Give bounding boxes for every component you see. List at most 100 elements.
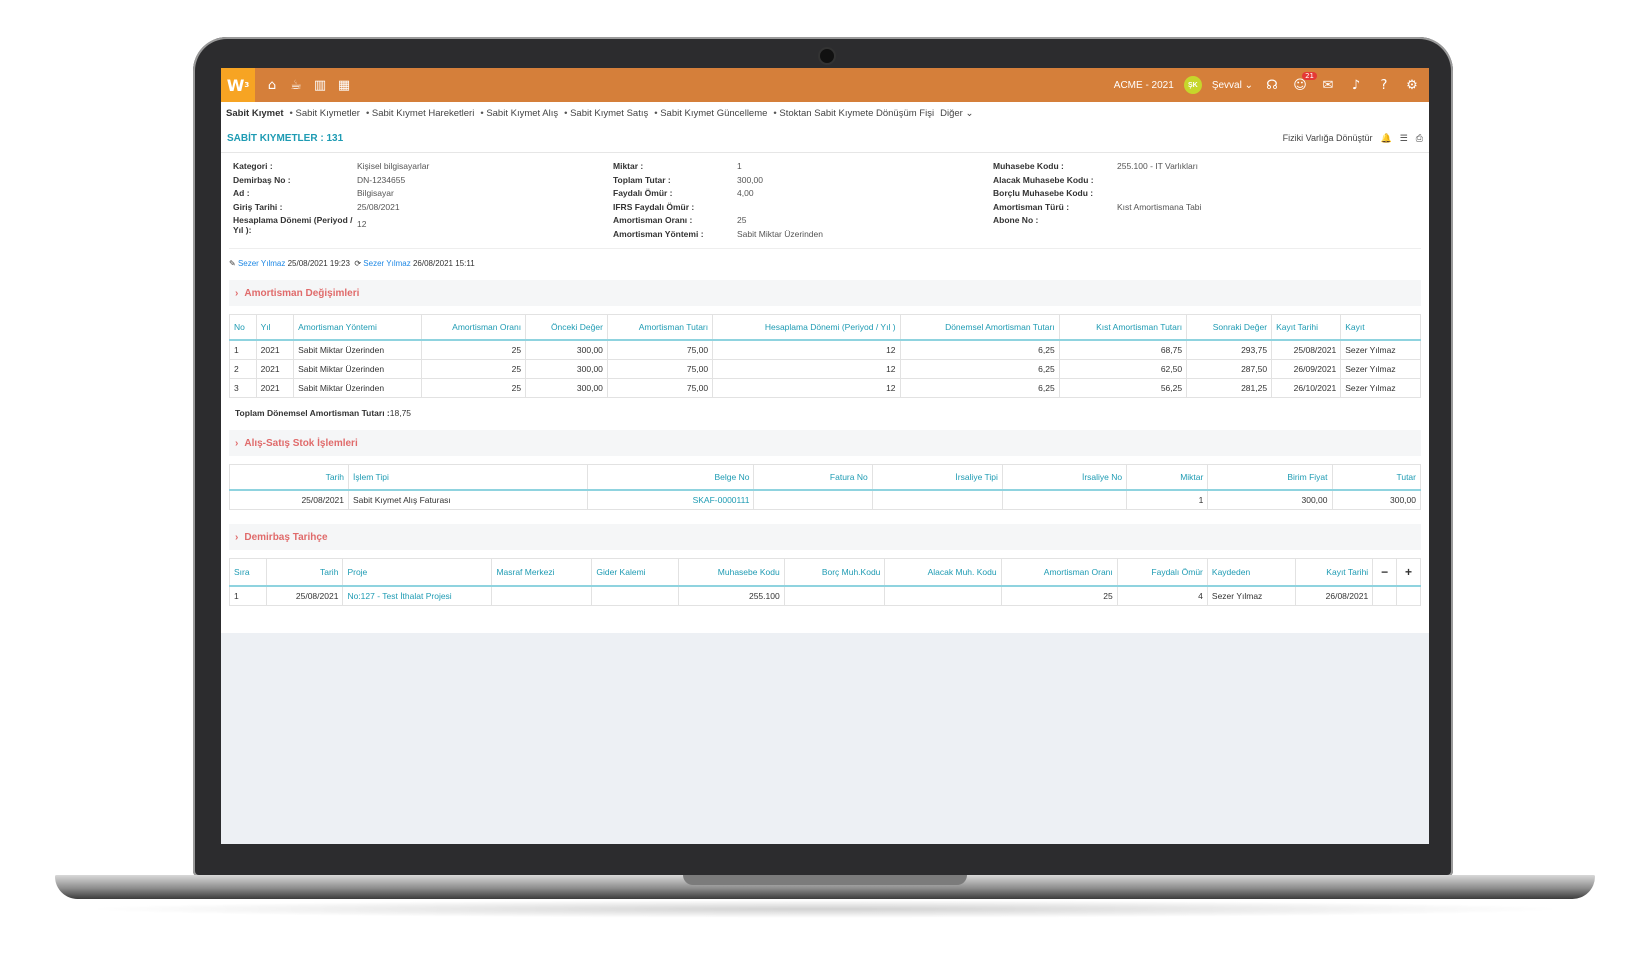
col-header[interactable]: İrsaliye Tipi	[871, 464, 1003, 491]
pencil-icon: ✎	[229, 259, 236, 268]
cell: 6,25	[899, 378, 1060, 398]
col-header[interactable]: Proje	[342, 558, 493, 587]
col-header[interactable]: Muhasebe Kodu	[678, 558, 785, 587]
collapse-button[interactable]: −	[1372, 558, 1398, 587]
col-header[interactable]: Amortisman Oranı	[1000, 558, 1118, 587]
col-header[interactable]: İrsaliye No	[1001, 464, 1128, 491]
cell: 2021	[255, 378, 295, 398]
cell: Sezer Yılmaz	[1340, 359, 1421, 379]
col-header[interactable]: Tarih	[229, 464, 349, 491]
print-icon[interactable]: ⎙	[1416, 133, 1423, 144]
cell: 6,25	[899, 339, 1060, 360]
created-at: 25/08/2021 19:23	[287, 259, 350, 268]
col-header[interactable]: İşlem Tipi	[348, 464, 588, 491]
table-row[interactable]: 25/08/2021 Sabit Kıymet Alış Faturası SK…	[229, 489, 1421, 510]
cup-icon[interactable]: ☕	[287, 78, 305, 93]
col-header[interactable]: Kayıt Tarihi	[1271, 314, 1342, 341]
section-stok[interactable]: › Alış-Satış Stok İşlemleri	[229, 430, 1421, 456]
col-header[interactable]: Belge No	[586, 464, 755, 491]
table-row[interactable]: 1 2021 Sabit Miktar Üzerinden 25 300,00 …	[229, 339, 1421, 360]
chart-icon[interactable]: ▥	[311, 78, 329, 93]
list-icon[interactable]: ☰	[1400, 133, 1408, 144]
subnav-item-alis[interactable]: Sabit Kıymet Alış	[480, 108, 558, 119]
chat-icon[interactable]: ✉	[1319, 78, 1337, 93]
info-label: Borçlu Muhasebe Kodu :	[993, 188, 1094, 198]
col-header[interactable]: Amortisman Tutarı	[606, 314, 714, 341]
col-header[interactable]: Birim Fiyat	[1207, 464, 1333, 491]
cell	[1372, 585, 1398, 606]
col-header[interactable]: Sıra	[229, 558, 267, 587]
col-header[interactable]: Tarih	[265, 558, 344, 587]
notification-badge: 21	[1302, 71, 1317, 80]
col-header[interactable]: Amortisman Yöntemi	[293, 314, 422, 341]
top-bar: W3 ⌂ ☕ ▥ ▦ ACME - 2021 ŞK Şevval ⌄ ☊ ☺ 21…	[221, 68, 1429, 102]
cell: 1	[229, 339, 257, 360]
belge-link[interactable]: SKAF-0000111	[586, 489, 755, 510]
info-row: Miktar : 1	[613, 161, 993, 175]
section-tarihce[interactable]: › Demirbaş Tarihçe	[229, 524, 1421, 550]
col-header[interactable]: Önceki Değer	[525, 314, 608, 341]
col-header[interactable]: Kayıt Tarihi	[1295, 558, 1374, 587]
cell: 25/08/2021	[265, 585, 344, 606]
cell: 25	[420, 339, 527, 360]
convert-physical-link[interactable]: Fiziki Varlığa Dönüştür	[1283, 133, 1373, 143]
cell: 26/08/2021	[1295, 585, 1374, 606]
table-row[interactable]: 3 2021 Sabit Miktar Üzerinden 25 300,00 …	[229, 378, 1421, 398]
company-selector[interactable]: ACME - 2021	[1114, 80, 1174, 91]
info-row: Toplam Tutar : 300,00	[613, 175, 993, 189]
project-link[interactable]: No:127 - Test İthalat Projesi	[342, 585, 493, 606]
subnav-item-guncelleme[interactable]: Sabit Kıymet Güncelleme	[654, 108, 767, 119]
col-header[interactable]: Amortisman Oranı	[420, 314, 527, 341]
logo-text: W	[226, 75, 245, 95]
bell-icon[interactable]: ♪	[1347, 78, 1365, 93]
subnav-item-sabit-kiymetler[interactable]: Sabit Kıymetler	[290, 108, 360, 119]
col-header[interactable]: No	[229, 314, 257, 341]
table-row[interactable]: 2 2021 Sabit Miktar Üzerinden 25 300,00 …	[229, 359, 1421, 379]
col-header[interactable]: Borç Muh.Kodu	[783, 558, 886, 587]
calendar-icon[interactable]: ▦	[335, 78, 353, 93]
cell: Sezer Yılmaz	[1340, 378, 1421, 398]
info-value: 25/08/2021	[357, 201, 400, 212]
home-icon[interactable]: ⌂	[263, 78, 281, 93]
cell: 255.100	[678, 585, 785, 606]
col-header[interactable]: Sonraki Değer	[1186, 314, 1273, 341]
updated-by-link[interactable]: Sezer Yılmaz	[363, 259, 410, 268]
headset-icon[interactable]: ☊	[1263, 78, 1281, 93]
amortisman-total: Toplam Dönemsel Amortisman Tutarı :18,75	[229, 398, 1421, 430]
subnav-item-sabit-kiymet[interactable]: Sabit Kıymet	[226, 108, 284, 119]
add-button[interactable]: +	[1396, 558, 1421, 587]
col-header[interactable]: Kıst Amortisman Tutarı	[1058, 314, 1188, 341]
smile-icon[interactable]: ☺ 21	[1291, 71, 1317, 93]
subnav-item-hareketler[interactable]: Sabit Kıymet Hareketleri	[366, 108, 474, 119]
col-header[interactable]: Kayıt	[1340, 314, 1421, 341]
user-menu[interactable]: Şevval ⌄	[1212, 80, 1253, 91]
cell: 6,25	[899, 359, 1060, 379]
col-header[interactable]: Alacak Muh. Kodu	[884, 558, 1002, 587]
col-header[interactable]: Faydalı Ömür	[1116, 558, 1208, 587]
info-col-1: Kategori : Kişisel bilgisayarlar Demirbaş…	[233, 161, 613, 242]
col-header[interactable]: Hesaplama Dönemi (Periyod / Yıl )	[712, 314, 901, 341]
user-name: Şevval	[1211, 79, 1242, 91]
subnav-more[interactable]: Diğer ⌄	[940, 108, 973, 119]
col-header[interactable]: Tutar	[1331, 464, 1421, 491]
col-header[interactable]: Miktar	[1126, 464, 1209, 491]
subnav-item-satis[interactable]: Sabit Kıymet Satış	[564, 108, 648, 119]
gear-icon[interactable]: ⚙	[1403, 78, 1421, 93]
section-amortisman[interactable]: › Amortisman Değişimleri	[229, 280, 1421, 306]
help-icon[interactable]: ?	[1375, 78, 1393, 93]
table-row[interactable]: 1 25/08/2021 No:127 - Test İthalat Proje…	[229, 585, 1421, 606]
info-row: IFRS Faydalı Ömür :	[613, 202, 993, 216]
info-row: Faydalı Ömür : 4,00	[613, 188, 993, 202]
col-header[interactable]: Kaydeden	[1206, 558, 1297, 587]
col-header[interactable]: Fatura No	[753, 464, 873, 491]
subnav-item-donusum[interactable]: Stoktan Sabit Kıymete Dönüşüm Fişi	[773, 108, 934, 119]
app-logo[interactable]: W3	[221, 68, 255, 102]
bell-icon[interactable]: 🔔	[1381, 133, 1392, 144]
col-header[interactable]: Dönemsel Amortisman Tutarı	[899, 314, 1060, 341]
col-header[interactable]: Gider Kalemi	[591, 558, 680, 587]
col-header[interactable]: Yıl	[255, 314, 295, 341]
avatar[interactable]: ŞK	[1183, 76, 1202, 94]
cell: 12	[712, 378, 901, 398]
col-header[interactable]: Masraf Merkezi	[491, 558, 593, 587]
created-by-link[interactable]: Sezer Yılmaz	[238, 259, 285, 268]
